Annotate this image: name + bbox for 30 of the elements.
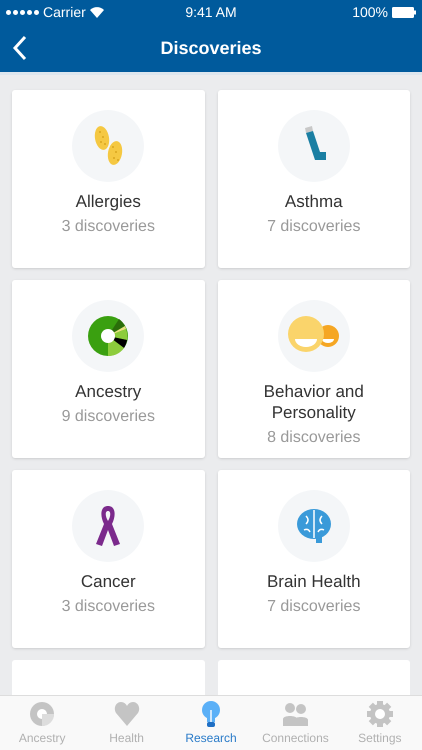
category-card[interactable]: Cancer 3 discoveries — [12, 470, 204, 648]
category-title: Behavior and Personality — [262, 381, 365, 423]
category-title: Cancer — [80, 571, 137, 592]
category-card[interactable]: Ancestry 9 discoveries — [12, 280, 204, 458]
discovery-count: 3 discoveries — [62, 217, 155, 237]
back-button[interactable] — [12, 35, 28, 61]
screen-title: Discoveries — [160, 37, 262, 60]
discovery-count: 8 discoveries — [267, 428, 360, 448]
discovery-count: 7 discoveries — [267, 597, 360, 617]
category-title: Allergies — [74, 191, 142, 212]
category-card[interactable]: Allergies 3 discoveries — [12, 90, 204, 268]
category-card[interactable]: Asthma 7 discoveries — [218, 90, 410, 268]
battery-label: 100% — [352, 3, 388, 22]
heart-icon — [112, 700, 141, 728]
tab-bar-item[interactable]: Research — [168, 696, 254, 750]
category-card[interactable]: Brain Health 7 discoveries — [218, 470, 410, 648]
discovery-count: 9 discoveries — [62, 407, 155, 427]
time-label: 9:41 AM — [185, 3, 237, 22]
category-card[interactable]: Behavior and Personality 8 discoveries — [218, 280, 410, 458]
battery-icon — [392, 7, 416, 18]
signal-icon — [6, 10, 39, 15]
wifi-icon — [90, 7, 104, 18]
settings-icon — [366, 700, 394, 728]
donut-chart-icon — [28, 700, 56, 728]
category-title: Ancestry — [74, 381, 142, 402]
category-title: Brain Health — [266, 571, 362, 592]
carrier-label: Carrier — [43, 3, 86, 22]
discovery-count: 3 discoveries — [62, 597, 155, 617]
discovery-count: 7 discoveries — [267, 217, 360, 237]
category-title: Asthma — [284, 191, 344, 212]
